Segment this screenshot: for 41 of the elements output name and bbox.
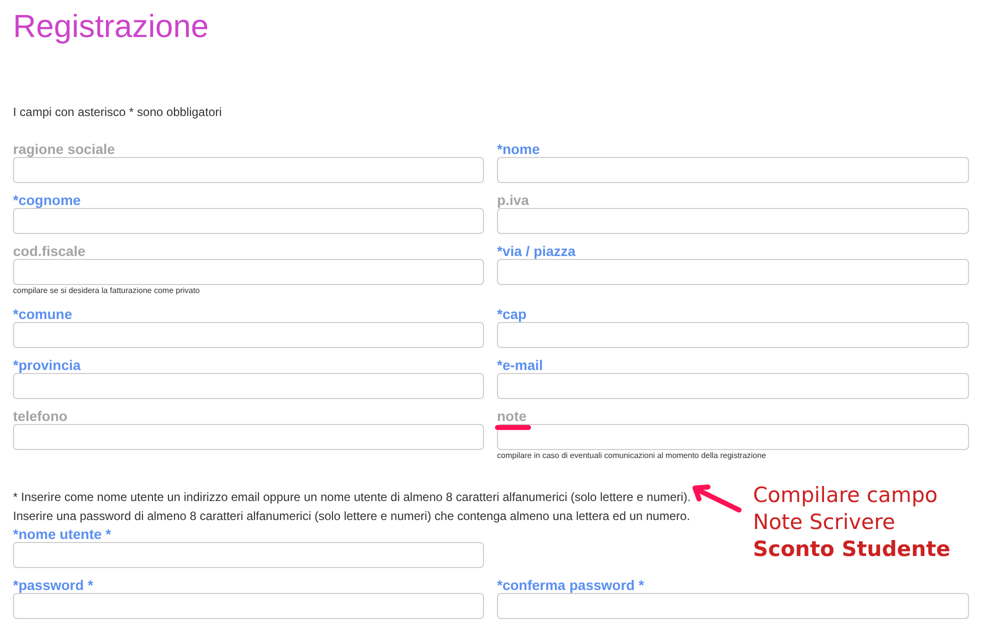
- field-label: *via / piazza: [497, 243, 576, 259]
- input-field[interactable]: [13, 542, 484, 568]
- field-label: *nome: [497, 141, 540, 157]
- input-field[interactable]: [13, 322, 484, 348]
- field-label: note: [497, 408, 527, 424]
- hint-text: compilare in caso di eventuali comunicazioni al momento della registrazione: [497, 450, 766, 462]
- field-label: *cap: [497, 306, 527, 322]
- input-field[interactable]: [13, 373, 484, 399]
- annotation-text: Note Scrivere: [753, 509, 896, 536]
- field-label: telefono: [13, 408, 68, 424]
- input-field[interactable]: [497, 424, 969, 450]
- field-label: *nome utente *: [13, 526, 112, 542]
- annotation-text: Compilare campo: [753, 482, 939, 509]
- underline-mark: [495, 425, 531, 430]
- field-label: p.iva: [497, 192, 529, 208]
- input-field[interactable]: [497, 322, 969, 348]
- arrow-icon: [692, 484, 742, 512]
- input-field[interactable]: [497, 208, 969, 234]
- field-label: *conferma password *: [497, 577, 644, 593]
- field-label: *password *: [13, 577, 94, 593]
- input-field[interactable]: [497, 157, 969, 183]
- input-field[interactable]: [13, 593, 484, 619]
- annotation-text: Sconto Studente: [753, 536, 950, 563]
- input-field[interactable]: [13, 259, 484, 285]
- input-field[interactable]: [497, 593, 969, 619]
- input-field[interactable]: [13, 208, 484, 234]
- notice-text: * Inserire come nome utente un indirizzo email oppure un nome utente di almeno 8 caratteri alfanumerici (solo lettere e numeri).: [13, 489, 691, 506]
- input-field[interactable]: [13, 424, 484, 450]
- field-label: ragione sociale: [13, 141, 115, 157]
- input-field[interactable]: [497, 259, 969, 285]
- page-title: Registrazione: [13, 8, 209, 44]
- field-label: *e-mail: [497, 357, 543, 373]
- hint-text: compilare se si desidera la fatturazione come privato: [13, 285, 200, 297]
- notice-text: Inserire una password di almeno 8 caratteri alfanumerici (solo lettere e numeri) che contenga almeno una lettera ed un numero.: [13, 508, 690, 525]
- field-label: cod.fiscale: [13, 243, 86, 259]
- field-label: *comune: [13, 306, 72, 322]
- field-label: *cognome: [13, 192, 81, 208]
- input-field[interactable]: [13, 157, 484, 183]
- intro-text: I campi con asterisco * sono obbligatori: [13, 104, 222, 120]
- input-field[interactable]: [497, 373, 969, 399]
- field-label: *provincia: [13, 357, 81, 373]
